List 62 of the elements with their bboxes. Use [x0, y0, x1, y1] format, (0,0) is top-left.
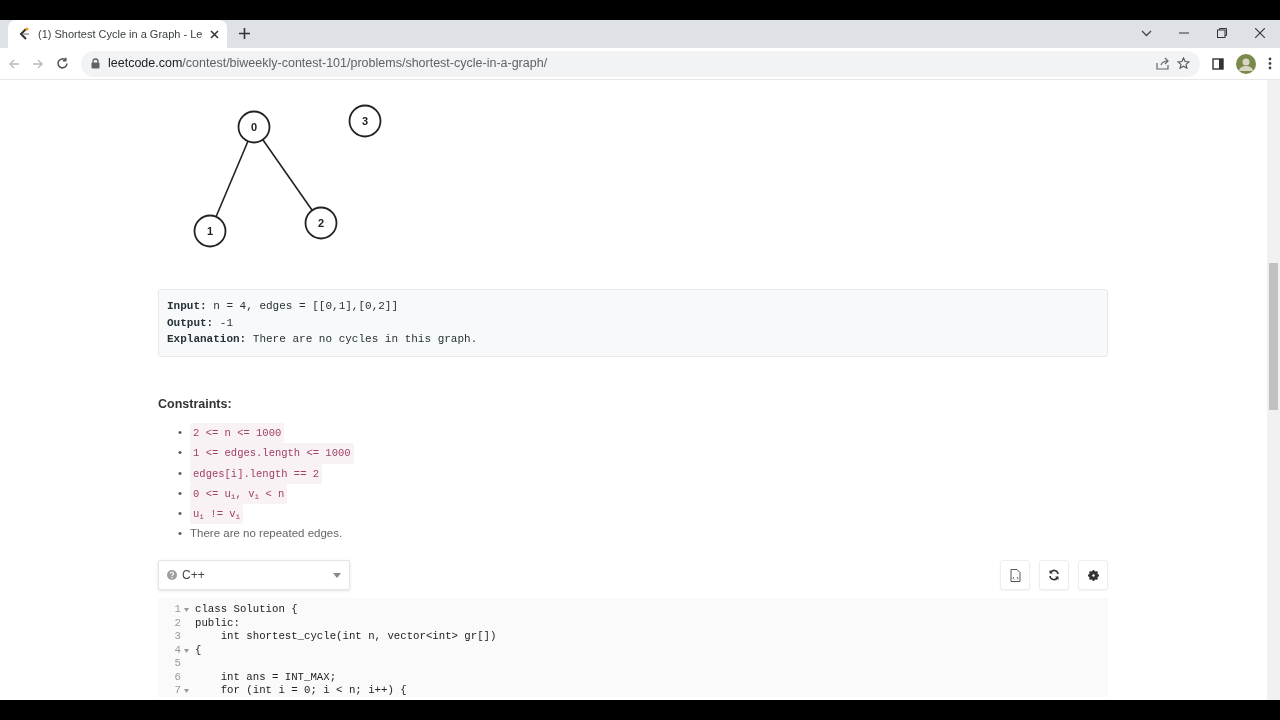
- code-line: for (int i = 0; i < n; i++) {: [219, 683, 407, 698]
- example-line: Explanation: There are no cycles in this graph.: [167, 332, 479, 347]
- settings-icon: [1087, 569, 1099, 581]
- constraint-code: edges[i].length == 2: [190, 463, 323, 484]
- scrollbar[interactable]: [1267, 80, 1280, 700]
- bullet: •: [178, 526, 183, 542]
- bullet: •: [178, 445, 183, 461]
- constraint-code: 1 <= edges.length <= 1000: [190, 443, 354, 464]
- example-line: Input: n = 4, edges = [[0,1],[0,2]]: [167, 299, 400, 314]
- constraint-code: 2 <= n <= 1000: [190, 423, 285, 444]
- constraints-heading: Constraints:: [158, 395, 233, 413]
- example-line: Output: -1: [167, 315, 235, 331]
- code-line: int ans = INT_MAX;: [219, 670, 337, 684]
- avatar-icon[interactable]: [1236, 53, 1256, 74]
- star-icon[interactable]: [1177, 57, 1190, 70]
- bullet: •: [178, 425, 183, 441]
- menu-icon[interactable]: [1268, 57, 1272, 70]
- constraint-text: There are no repeated edges.: [190, 526, 343, 542]
- graph-node: 2: [304, 206, 338, 240]
- line-number: 3: [174, 630, 181, 644]
- browser-tab[interactable]: (1) Shortest Cycle in a Graph - Le: [8, 20, 228, 48]
- reload-icon[interactable]: [56, 57, 69, 70]
- refresh-button[interactable]: [1039, 560, 1069, 591]
- tab-search-icon[interactable]: [1141, 30, 1152, 37]
- share-icon[interactable]: [1156, 57, 1169, 70]
- line-number: 4: [174, 643, 181, 658]
- restore-icon[interactable]: [1217, 28, 1227, 38]
- constraint-code: 0 <= u$_{i}$, v$_{i}$ < n: [190, 483, 288, 505]
- bullet: •: [178, 506, 183, 522]
- line-number: 5: [174, 657, 181, 671]
- line-number: 7: [174, 683, 181, 698]
- constraint-code: u$_{i}$ != v$_{i}$: [190, 504, 244, 525]
- line-number: 1: [174, 603, 181, 617]
- code-line: int shortest_cycle(int n, vector<int> gr[]): [219, 630, 497, 644]
- graph-node: 0: [237, 110, 271, 144]
- fold-arrow-icon[interactable]: [184, 688, 189, 693]
- line-number: 6: [174, 670, 181, 684]
- side-panel-icon[interactable]: [1212, 57, 1224, 70]
- line-number: 2: [174, 616, 181, 631]
- fold-arrow-icon[interactable]: [184, 648, 189, 653]
- graph-node: 1: [193, 214, 227, 248]
- fold-arrow-icon[interactable]: [184, 608, 189, 613]
- close-window-icon[interactable]: [1255, 28, 1265, 38]
- caret-icon: [333, 572, 341, 578]
- lock-icon: [91, 58, 100, 69]
- refresh-icon: [1048, 569, 1060, 582]
- language-select[interactable]: C++: [158, 560, 350, 591]
- url-text: leetcode.com/contest/biweekly-contest-101/problems/shortest-cycle-in-a-graph/: [108, 55, 548, 73]
- address-bar[interactable]: leetcode.com/contest/biweekly-contest-101/problems/shortest-cycle-in-a-graph/: [81, 50, 1200, 77]
- code-line: class Solution {: [194, 603, 298, 617]
- new-tab-icon[interactable]: [239, 28, 251, 39]
- code-editor[interactable]: 1 class Solution { 2 public: 3 int shortest_cycle(int n, vector<int> gr[]) 4 { 5 6 int ans = INT_MAX; 7 for (int i = 0; i < n; i++) {: [158, 598, 1108, 698]
- settings-button[interactable]: [1078, 560, 1108, 591]
- file-code-icon: [1009, 568, 1021, 582]
- bullet: •: [178, 465, 183, 481]
- bullet: •: [178, 485, 183, 501]
- graph-node: 3: [348, 104, 382, 138]
- site-logo-icon: [18, 27, 30, 41]
- code-line: {: [194, 643, 202, 658]
- close-icon[interactable]: [210, 29, 220, 39]
- code-line: public:: [194, 616, 240, 631]
- help-icon: [167, 570, 177, 581]
